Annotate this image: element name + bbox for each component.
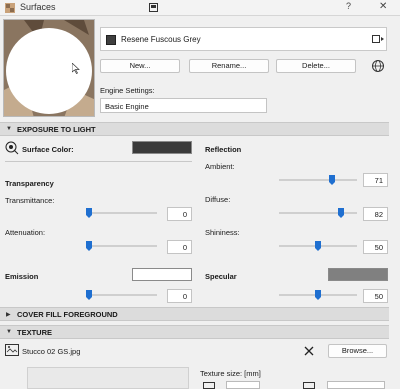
surface-color-label: Surface Color: <box>22 145 74 154</box>
surfaces-app-icon <box>5 3 15 13</box>
divider <box>5 161 192 162</box>
height-icon <box>303 382 315 389</box>
texture-section-header[interactable]: ▼ TEXTURE <box>0 325 389 339</box>
texture-size-label: Texture size: [mm] <box>200 369 261 378</box>
diffuse-input[interactable]: 82 <box>363 207 388 221</box>
attenuation-input[interactable]: 0 <box>167 240 192 254</box>
collapse-triangle-icon: ▼ <box>6 126 12 132</box>
chevron-down-icon: ⌄ <box>105 102 111 109</box>
exposure-section-title: EXPOSURE TO LIGHT <box>17 125 96 134</box>
emission-slider[interactable] <box>86 290 157 300</box>
transmittance-value: 0 <box>182 210 187 219</box>
texture-height-input[interactable] <box>327 381 385 389</box>
slider-thumb[interactable] <box>329 175 335 185</box>
slider-thumb[interactable] <box>86 241 92 251</box>
shininess-slider[interactable] <box>279 241 357 251</box>
emission-input[interactable]: 0 <box>167 289 192 303</box>
clear-texture-icon[interactable] <box>303 345 315 357</box>
surface-color-icon <box>5 141 19 155</box>
specular-value: 50 <box>374 292 383 301</box>
slider-track <box>86 212 157 214</box>
specular-color-swatch[interactable] <box>328 268 388 281</box>
close-button[interactable]: ✕ <box>379 1 387 12</box>
window-title: Surfaces <box>20 2 56 12</box>
diffuse-value: 82 <box>374 210 383 219</box>
emission-value: 0 <box>182 292 187 301</box>
title-bar: Surfaces ? ✕ <box>0 0 400 16</box>
slider-thumb[interactable] <box>338 208 344 218</box>
material-swatch <box>106 35 116 45</box>
diffuse-label: Diffuse: <box>205 195 231 204</box>
collapse-triangle-icon: ▼ <box>6 329 12 335</box>
dock-icon[interactable] <box>149 3 158 12</box>
ambient-slider[interactable] <box>279 175 357 185</box>
ambient-input[interactable]: 71 <box>363 173 388 187</box>
transparency-title: Transparency <box>5 179 54 188</box>
material-picker[interactable]: Resene Fuscous Grey <box>100 27 387 51</box>
texture-thumbnail <box>27 367 189 389</box>
slider-track <box>279 212 357 214</box>
ambient-label: Ambient: <box>205 162 235 171</box>
slider-thumb[interactable] <box>86 208 92 218</box>
material-name: Resene Fuscous Grey <box>121 35 201 44</box>
delete-button[interactable]: Delete... <box>276 59 356 73</box>
globe-icon[interactable] <box>371 59 385 73</box>
exposure-section-header[interactable]: ▼ EXPOSURE TO LIGHT <box>0 122 389 136</box>
width-icon <box>203 382 215 389</box>
slider-thumb[interactable] <box>315 290 321 300</box>
cover-fill-section-title: COVER FILL FOREGROUND <box>17 310 118 319</box>
texture-file-icon <box>5 344 19 356</box>
slider-track <box>86 294 157 296</box>
rename-button[interactable]: Rename... <box>189 59 269 73</box>
surface-color-swatch[interactable] <box>132 141 192 154</box>
scrollbar[interactable] <box>389 120 400 389</box>
transmittance-label: Transmittance: <box>5 196 55 205</box>
attenuation-value: 0 <box>182 243 187 252</box>
specular-slider[interactable] <box>279 290 357 300</box>
expand-triangle-icon: ▶ <box>6 312 11 318</box>
attenuation-slider[interactable] <box>86 241 157 251</box>
emission-title: Emission <box>5 272 39 281</box>
emission-color-swatch[interactable] <box>132 268 192 281</box>
new-button[interactable]: New... <box>100 59 180 73</box>
material-menu-icon[interactable] <box>372 34 384 44</box>
diffuse-slider[interactable] <box>279 208 357 218</box>
engine-select[interactable]: Basic Engine ⌄ <box>100 98 267 113</box>
help-button[interactable]: ? <box>346 1 351 11</box>
transmittance-input[interactable]: 0 <box>167 207 192 221</box>
reflection-title: Reflection <box>205 145 242 154</box>
slider-thumb[interactable] <box>315 241 321 251</box>
attenuation-label: Attenuation: <box>5 228 46 237</box>
shininess-input[interactable]: 50 <box>363 240 388 254</box>
specular-input[interactable]: 50 <box>363 289 388 303</box>
engine-settings-label: Engine Settings: <box>100 86 155 95</box>
shininess-label: Shininess: <box>205 228 240 237</box>
material-preview[interactable] <box>3 19 95 117</box>
cover-fill-section-header[interactable]: ▶ COVER FILL FOREGROUND <box>0 307 389 321</box>
texture-width-input[interactable] <box>226 381 260 389</box>
shininess-value: 50 <box>374 243 383 252</box>
browse-button[interactable]: Browse... <box>328 344 387 358</box>
slider-thumb[interactable] <box>86 290 92 300</box>
ambient-value: 71 <box>374 176 383 185</box>
specular-title: Specular <box>205 272 237 281</box>
texture-file-name: Stucco 02 GS.jpg <box>22 347 81 356</box>
slider-track <box>86 245 157 247</box>
slider-track <box>279 179 357 181</box>
texture-section-title: TEXTURE <box>17 328 53 337</box>
mouse-cursor-icon <box>72 63 80 74</box>
transmittance-slider[interactable] <box>86 208 157 218</box>
